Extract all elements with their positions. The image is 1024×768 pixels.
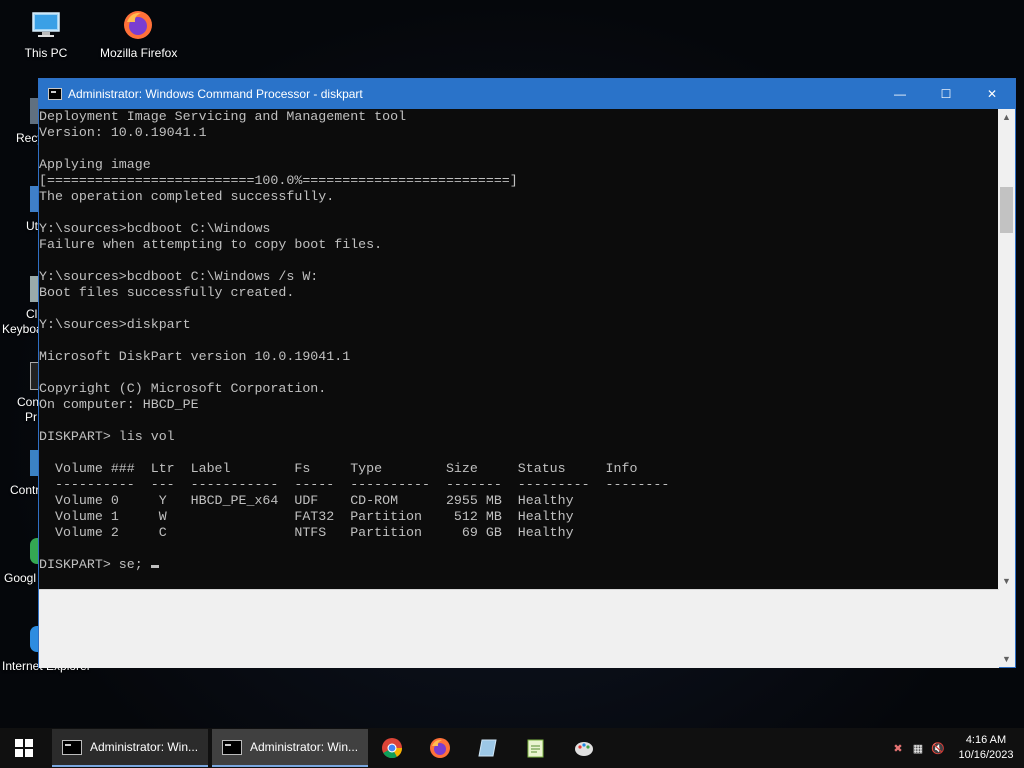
partial-desktop-label: Cl: [26, 307, 38, 321]
console-text: Deployment Image Servicing and Managemen…: [39, 109, 999, 557]
partial-desktop-label: Googl: [4, 571, 37, 585]
console-line: Copyright (C) Microsoft Corporation.: [39, 381, 327, 396]
cmd-window[interactable]: Administrator: Windows Command Processor…: [38, 78, 1016, 668]
desktop-icon-label: This PC: [24, 46, 68, 60]
network-icon[interactable]: ✖: [888, 742, 908, 755]
partial-desktop-label: Keyboa: [2, 322, 43, 336]
text-cursor: [150, 565, 159, 568]
scroll-up-icon[interactable]: ▲: [998, 109, 1015, 125]
cmd-icon: [222, 739, 242, 755]
partial-desktop-label: Pr: [25, 410, 37, 424]
this-pc-icon: [29, 8, 63, 42]
paint-icon: [575, 742, 593, 756]
console-line: Deployment Image Servicing and Managemen…: [39, 109, 407, 124]
console-line: Y:\sources>diskpart: [39, 317, 191, 332]
maximize-button[interactable]: ☐: [923, 79, 969, 109]
console-line: Boot files successfully created.: [39, 285, 295, 300]
console-line: Microsoft DiskPart version 10.0.19041.1: [39, 349, 351, 364]
minimize-button[interactable]: —: [877, 79, 923, 109]
scroll-down-icon[interactable]: ▼: [998, 651, 1015, 667]
console-line: The operation completed successfully.: [39, 189, 335, 204]
pinned-notepad[interactable]: [464, 728, 512, 768]
vertical-scrollbar[interactable]: ▲ ▼ ▼: [998, 109, 1015, 667]
console-line: Volume 0 Y HBCD_PE_x64 UDF CD-ROM 2955 M…: [39, 493, 574, 508]
scroll-down-icon[interactable]: ▼: [998, 573, 1015, 589]
window-title: Administrator: Windows Command Processor…: [68, 87, 363, 101]
console-output[interactable]: Deployment Image Servicing and Managemen…: [39, 109, 999, 589]
console-line: Y:\sources>bcdboot C:\Windows /s W:: [39, 269, 319, 284]
console-line: Y:\sources>bcdboot C:\Windows: [39, 221, 271, 236]
taskbar: Administrator: Win... Administrator: Win…: [0, 728, 1024, 768]
pinned-paint[interactable]: [560, 728, 608, 768]
console-line: Version: 10.0.19041.1: [39, 125, 207, 140]
notepad-icon: [478, 739, 497, 757]
system-tray: ✖ ▦ 🔇 4:16 AM 10/16/2023: [888, 728, 1024, 768]
taskbar-item-cmd[interactable]: Administrator: Win...: [52, 729, 208, 767]
maximize-icon: ☐: [940, 87, 952, 101]
taskbar-item-label: Administrator: Win...: [250, 740, 359, 754]
taskbar-clock[interactable]: 4:16 AM 10/16/2023: [948, 733, 1024, 763]
close-button[interactable]: ✕: [969, 79, 1015, 109]
start-button[interactable]: [0, 728, 48, 768]
console-line: Volume 2 C NTFS Partition 69 GB Healthy: [39, 525, 574, 540]
cmd-icon: [48, 88, 62, 100]
clock-date: 10/16/2023: [958, 749, 1014, 761]
volume-muted-icon[interactable]: 🔇: [928, 742, 948, 755]
notepadpp-icon: [527, 739, 544, 758]
console-line: [==========================100.0%=======…: [39, 173, 518, 188]
console-line: DISKPART> lis vol: [39, 429, 175, 444]
partial-desktop-label: Ut: [26, 219, 38, 233]
pinned-firefox[interactable]: [416, 728, 464, 768]
partial-desktop-label: Con: [17, 395, 40, 409]
console-line: Failure when attempting to copy boot fil…: [39, 237, 383, 252]
chrome-icon: [382, 738, 403, 759]
desktop-icon-this-pc[interactable]: This PC: [8, 8, 84, 60]
window-titlebar[interactable]: Administrator: Windows Command Processor…: [39, 79, 1015, 109]
clock-time: 4:16 AM: [965, 734, 1007, 746]
console-line: ---------- --- ----------- ----- -------…: [39, 477, 670, 492]
display-icon[interactable]: ▦: [908, 742, 928, 755]
taskbar-item-cmd-active[interactable]: Administrator: Win...: [212, 729, 368, 767]
console-prompt[interactable]: DISKPART> se;: [39, 557, 999, 573]
taskbar-item-label: Administrator: Win...: [90, 740, 199, 754]
console-line: Volume 1 W FAT32 Partition 512 MB Health…: [39, 509, 574, 524]
console-line: Volume ### Ltr Label Fs Type Size Status…: [39, 461, 638, 476]
pinned-chrome[interactable]: [368, 728, 416, 768]
firefox-icon: [430, 738, 450, 758]
desktop-icon-firefox[interactable]: Mozilla Firefox: [100, 8, 178, 60]
minimize-icon: —: [894, 87, 906, 101]
prompt-input[interactable]: DISKPART> se;: [39, 557, 151, 572]
close-icon: ✕: [986, 87, 998, 101]
console-line: On computer: HBCD_PE: [39, 397, 199, 412]
windows-logo-icon: [15, 739, 33, 757]
console-line: Applying image: [39, 157, 151, 172]
desktop-icon-label: Mozilla Firefox: [100, 46, 178, 60]
firefox-icon: [121, 8, 155, 42]
console-lower-pane: [39, 589, 999, 668]
scrollbar-thumb[interactable]: [1000, 187, 1013, 233]
pinned-notepadpp[interactable]: [512, 728, 560, 768]
partial-desktop-label: Contr: [10, 483, 40, 497]
cmd-icon: [62, 739, 82, 755]
